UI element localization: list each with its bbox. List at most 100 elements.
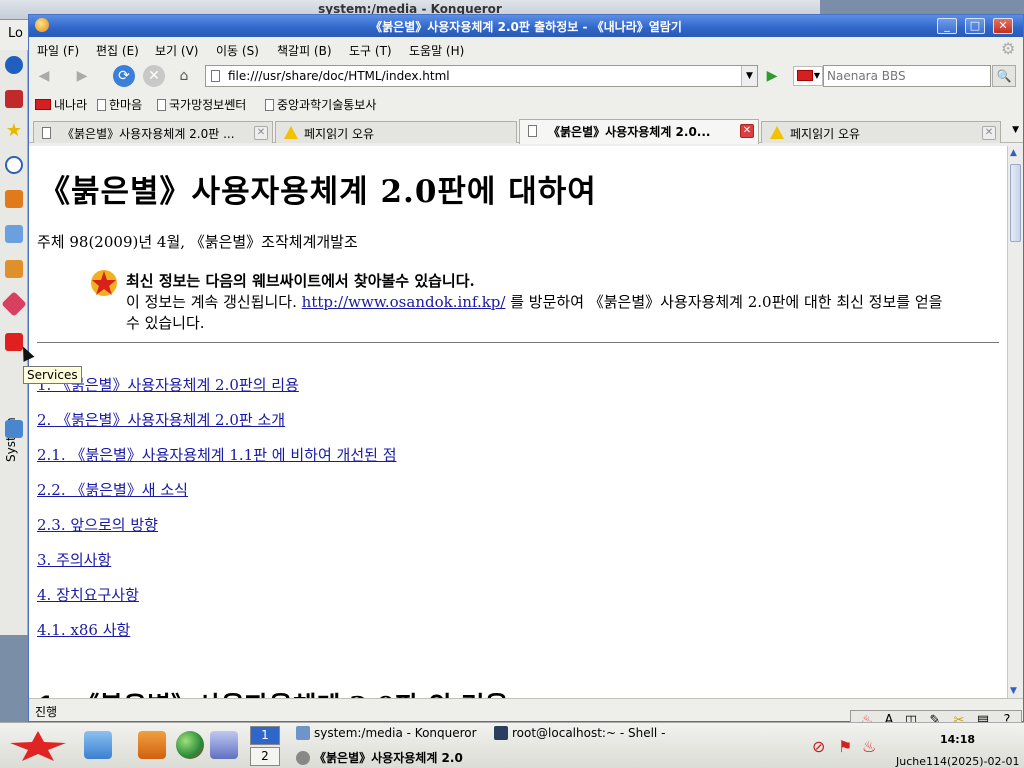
keyboard-tray-icon[interactable]: ♨ — [862, 737, 876, 756]
page-title: 《붉은별》사용자용체계 2.0판에 대하여 — [39, 174, 597, 210]
page-content: 《붉은별》사용자용체계 2.0판에 대하여 주체 98(2009)년 4월, 《… — [29, 146, 1007, 698]
minimize-button[interactable]: _ — [937, 18, 957, 34]
globe-icon — [296, 750, 310, 765]
close-icon[interactable]: ✕ — [254, 126, 268, 140]
bookmark-item[interactable]: 중앙과학기술통보사 — [265, 96, 376, 113]
stop-icon[interactable]: ✕ — [143, 65, 165, 87]
task-label: system:/media - Konqueror — [314, 726, 477, 740]
remote-icon[interactable] — [5, 225, 23, 243]
address-dropdown-icon[interactable]: ▼ — [741, 66, 757, 86]
menubar: 파일 (F) 편집 (E) 보기 (V) 이동 (S) 책갈피 (B) 도구 (… — [29, 37, 1023, 61]
task-button[interactable]: root@localhost:~ - Shell - — [494, 726, 665, 740]
date: Juche114(2025)-02-01 — [896, 755, 1020, 768]
close-button[interactable]: ✕ — [993, 18, 1013, 34]
status-text: 진행 — [35, 705, 58, 719]
address-input[interactable] — [228, 68, 738, 84]
chevron-down-icon: ▼ — [813, 71, 820, 80]
bookmark-item[interactable]: 한마음 — [97, 96, 142, 113]
menu-tools[interactable]: 도구 (T) — [349, 42, 392, 59]
toc-link[interactable]: 2.1. 《붉은별》사용자용체계 1.1판 에 비하여 개선된 점 — [37, 444, 397, 465]
home-icon[interactable] — [5, 90, 23, 108]
network-tray-icon[interactable]: ⊘ — [812, 737, 825, 756]
clock[interactable]: 14:18 — [940, 733, 975, 746]
toc-link[interactable]: 4.1. x86 사항 — [37, 619, 130, 640]
menu-bookmarks[interactable]: 책갈피 (B) — [277, 42, 332, 59]
toc-link[interactable]: 2.3. 앞으로의 방향 — [37, 514, 158, 535]
toc-link[interactable]: 2. 《붉은별》사용자용체계 2.0판 소개 — [37, 409, 285, 430]
terminal-icon — [494, 726, 508, 740]
desktop-1[interactable]: 1 — [250, 726, 280, 745]
sidebar-system-label[interactable]: System — [4, 410, 24, 470]
vertical-scrollbar[interactable]: ▲ ▼ — [1007, 146, 1023, 698]
system-icon[interactable] — [5, 420, 23, 438]
home-button-icon[interactable]: ⌂ — [173, 65, 195, 87]
tab-list-chevron-icon[interactable]: ▼ — [1012, 125, 1019, 135]
desktop-2[interactable]: 2 — [250, 747, 280, 766]
menu-edit[interactable]: 편집 (E) — [96, 42, 139, 59]
flag-tray-icon[interactable]: ⚑ — [838, 737, 852, 756]
tab-label: 페지읽기 오유 — [304, 127, 375, 141]
document-icon — [157, 98, 166, 111]
search-box[interactable] — [823, 65, 991, 87]
task-button[interactable]: system:/media - Konqueror — [296, 726, 477, 740]
bookmark-label: 국가망정보쎈터 — [169, 98, 247, 112]
tab[interactable]: 페지읽기 오유 — [275, 121, 517, 143]
task-button-active[interactable]: 《붉은별》사용자용체계 2.0 — [296, 749, 463, 766]
tab-label: 《붉은별》사용자용체계 2.0판 ... — [62, 127, 235, 141]
start-menu-star-icon[interactable] — [8, 729, 68, 763]
files-launcher-icon[interactable] — [138, 731, 166, 759]
naenara-flag-icon — [35, 99, 51, 110]
scroll-down-icon[interactable]: ▼ — [1010, 686, 1017, 696]
search-icon[interactable]: 🔍 — [992, 65, 1016, 87]
notice-heading: 최신 정보는 다음의 웨브싸이트에서 찾아볼수 있습니다. — [126, 272, 475, 290]
document-icon — [211, 70, 220, 82]
forward-button[interactable]: ▶ — [71, 65, 93, 87]
history-clock-icon[interactable] — [5, 156, 23, 174]
settings-icon[interactable] — [5, 260, 23, 278]
menu-file[interactable]: 파일 (F) — [37, 42, 79, 59]
tab-label: 《붉은별》사용자용체계 2.0... — [548, 125, 711, 139]
tab-active[interactable]: 《붉은별》사용자용체계 2.0... ✕ — [519, 119, 759, 144]
back-button[interactable]: ◀ — [33, 65, 55, 87]
website-link[interactable]: http://www.osandok.inf.kp/ — [302, 293, 506, 311]
bookmark-item[interactable]: 국가망정보쎈터 — [157, 96, 246, 113]
document-icon — [97, 98, 106, 111]
search-engine-selector[interactable]: ▼ — [793, 66, 823, 86]
maximize-button[interactable]: □ — [965, 18, 985, 34]
go-button[interactable]: ▶ — [762, 66, 782, 86]
menu-go[interactable]: 이동 (S) — [216, 42, 259, 59]
bookmarks-star-icon[interactable]: ★ — [5, 122, 23, 140]
gear-icon[interactable]: ⚙ — [1001, 41, 1017, 57]
warning-icon — [284, 126, 298, 139]
editor-launcher-icon[interactable] — [84, 731, 112, 759]
toc-link[interactable]: 2.2. 《붉은별》새 소식 — [37, 479, 188, 500]
menu-view[interactable]: 보기 (V) — [155, 42, 198, 59]
menu-help[interactable]: 도움말 (H) — [409, 42, 464, 59]
scrollbar-thumb[interactable] — [1010, 164, 1021, 242]
window-titlebar[interactable]: 《붉은별》사용자용체계 2.0판 출하정보 - 《내나라》열람기 _ □ ✕ — [29, 15, 1023, 37]
media-launcher-icon[interactable] — [210, 731, 238, 759]
tab[interactable]: 페지읽기 오유 ✕ — [761, 121, 1001, 143]
reload-icon[interactable]: ⟳ — [113, 65, 135, 87]
search-input[interactable] — [827, 68, 987, 84]
media-icon[interactable] — [5, 190, 23, 208]
scroll-up-icon[interactable]: ▲ — [1010, 148, 1017, 158]
background-menu-fragment[interactable]: Lo — [0, 20, 28, 50]
address-bar[interactable]: ▼ — [205, 65, 758, 87]
warning-icon — [770, 126, 784, 139]
browser-launcher-icon[interactable] — [176, 731, 204, 759]
toc-link[interactable]: 4. 장치요구사항 — [37, 584, 139, 605]
tab[interactable]: 《붉은별》사용자용체계 2.0판 ... ✕ — [33, 121, 273, 143]
toolbar: ◀ ▶ ⟳ ✕ ⌂ ▼ ▶ ▼ 🔍 — [29, 61, 1023, 91]
document-icon — [265, 98, 274, 111]
konqueror-window: 《붉은별》사용자용체계 2.0판 출하정보 - 《내나라》열람기 _ □ ✕ 파… — [28, 14, 1024, 722]
close-icon[interactable]: ✕ — [740, 124, 754, 138]
tab-bar: 《붉은별》사용자용체계 2.0판 ... ✕ 페지읽기 오유 《붉은별》사용자용… — [29, 119, 1023, 144]
toc-link[interactable]: 3. 주의사항 — [37, 549, 111, 570]
close-icon[interactable]: ✕ — [982, 126, 996, 140]
network-icon[interactable] — [5, 56, 23, 74]
naenara-logo-icon — [797, 70, 813, 81]
bookmark-label: 한마음 — [109, 98, 143, 112]
bookmark-item[interactable]: 내나라 — [35, 96, 87, 113]
diamond-icon[interactable] — [1, 291, 27, 317]
